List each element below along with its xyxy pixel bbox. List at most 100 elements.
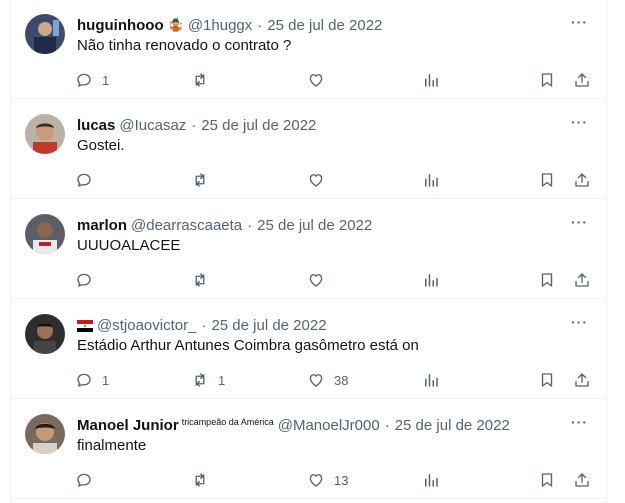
tweet-text: UUUOALACEE [77, 237, 181, 254]
like-count: 38 [334, 372, 349, 388]
bookmark-button[interactable] [538, 268, 556, 292]
avatar[interactable] [25, 214, 65, 254]
retweet-icon [195, 473, 205, 487]
display-name[interactable]: marlon [77, 217, 127, 234]
share-button[interactable] [573, 268, 591, 292]
retweet-button[interactable] [191, 268, 218, 292]
bookmark-button[interactable] [538, 168, 556, 192]
views-button[interactable] [422, 68, 449, 92]
views-button[interactable] [422, 168, 449, 192]
tweet-actions: 1 1 38 [71, 368, 596, 392]
views-icon [425, 74, 438, 87]
more-icon[interactable]: ··· [571, 114, 588, 130]
retweet-button[interactable] [191, 68, 218, 92]
bookmark-button[interactable] [538, 68, 556, 92]
tweet-text: Não tinha renovado o contrato ? [77, 37, 292, 54]
separator-dot: · [201, 316, 207, 334]
tweet-date[interactable]: 25 de jul de 2022 [201, 117, 316, 134]
like-button[interactable] [307, 68, 334, 92]
tweet-actions: 1 [71, 68, 596, 92]
reply-icon [77, 73, 91, 87]
user-handle[interactable]: @1huggx [188, 17, 252, 34]
tweet-header: Manoel Junior tricampeão da América @Man… [77, 414, 510, 436]
reply-tweet[interactable]: lucas @Iucasaz · 25 de jul de 2022 ··· G… [11, 100, 606, 199]
separator-dot: · [257, 16, 263, 34]
views-icon [425, 374, 438, 387]
views-button[interactable] [422, 468, 449, 492]
avatar[interactable] [25, 14, 65, 54]
bookmark-icon [541, 373, 553, 387]
share-button[interactable] [573, 68, 591, 92]
share-button[interactable] [573, 368, 591, 392]
share-button[interactable] [573, 168, 591, 192]
tweet-actions [71, 268, 596, 292]
tweet-text: Gostei. [77, 137, 125, 154]
display-name[interactable]: Manoel Junior [77, 417, 179, 434]
views-button[interactable] [422, 268, 449, 292]
views-button[interactable] [422, 368, 449, 392]
tweet-date[interactable]: 25 de jul de 2022 [211, 317, 326, 334]
share-icon [575, 473, 589, 487]
reply-tweet[interactable]: huguinhooo 🤹 @1huggx · 25 de jul de 2022… [11, 0, 606, 99]
like-button[interactable] [307, 268, 334, 292]
share-button[interactable] [573, 468, 591, 492]
retweet-button[interactable] [191, 168, 218, 192]
separator-dot: · [191, 116, 197, 134]
retweet-icon [195, 173, 205, 187]
reply-button[interactable]: 1 [75, 368, 109, 392]
like-icon [309, 174, 323, 187]
tweet-date[interactable]: 25 de jul de 2022 [395, 417, 510, 434]
display-name[interactable]: lucas [77, 117, 115, 134]
retweet-icon [195, 373, 205, 387]
more-icon[interactable]: ··· [571, 414, 588, 430]
tweet-actions: 13 [71, 468, 596, 492]
tweet-date[interactable]: 25 de jul de 2022 [257, 217, 372, 234]
like-icon [309, 74, 323, 87]
reply-icon [77, 273, 91, 287]
bookmark-icon [541, 473, 553, 487]
reply-tweet[interactable]: Manoel Junior tricampeão da América @Man… [11, 400, 606, 499]
reply-button[interactable]: 1 [75, 68, 109, 92]
reply-icon [77, 473, 91, 487]
tweet-actions [71, 168, 596, 192]
more-icon[interactable]: ··· [571, 214, 588, 230]
flag-icon [77, 319, 93, 332]
views-icon [425, 274, 438, 287]
like-button[interactable] [307, 168, 334, 192]
bookmark-button[interactable] [538, 368, 556, 392]
reply-tweet[interactable]: @stjoaovictor_ · 25 de jul de 2022 ··· E… [11, 300, 606, 399]
separator-dot: · [384, 416, 390, 434]
retweet-button[interactable] [191, 468, 218, 492]
like-button[interactable]: 38 [307, 368, 348, 392]
reply-tweet[interactable]: marlon @dearrascaaeta · 25 de jul de 202… [11, 200, 606, 299]
avatar[interactable] [25, 414, 65, 454]
reply-button[interactable] [75, 268, 102, 292]
like-icon [309, 474, 323, 487]
user-handle[interactable]: @dearrascaaeta [131, 217, 242, 234]
share-icon [575, 273, 589, 287]
display-name[interactable]: huguinhooo [77, 17, 164, 34]
avatar[interactable] [25, 314, 65, 354]
reply-button[interactable] [75, 168, 102, 192]
user-handle[interactable]: @ManoelJr000 [278, 417, 380, 434]
user-handle[interactable]: @Iucasaz [119, 117, 186, 134]
reply-button[interactable] [75, 468, 102, 492]
reply-icon [77, 173, 91, 187]
reply-icon [77, 373, 91, 387]
views-icon [425, 174, 438, 187]
more-icon[interactable]: ··· [571, 314, 588, 330]
like-button[interactable]: 13 [307, 468, 348, 492]
views-icon [425, 474, 438, 487]
avatar[interactable] [25, 114, 65, 154]
tweet-header: marlon @dearrascaaeta · 25 de jul de 202… [77, 214, 372, 236]
share-icon [575, 173, 589, 187]
more-icon[interactable]: ··· [571, 14, 588, 30]
retweet-button[interactable]: 1 [191, 368, 225, 392]
tweet-header: huguinhooo 🤹 @1huggx · 25 de jul de 2022 [77, 14, 382, 36]
tweet-date[interactable]: 25 de jul de 2022 [267, 17, 382, 34]
like-icon [309, 274, 323, 287]
bookmark-button[interactable] [538, 468, 556, 492]
retweet-count: 1 [218, 372, 226, 388]
bookmark-icon [541, 273, 553, 287]
user-handle[interactable]: @stjoaovictor_ [97, 317, 196, 334]
